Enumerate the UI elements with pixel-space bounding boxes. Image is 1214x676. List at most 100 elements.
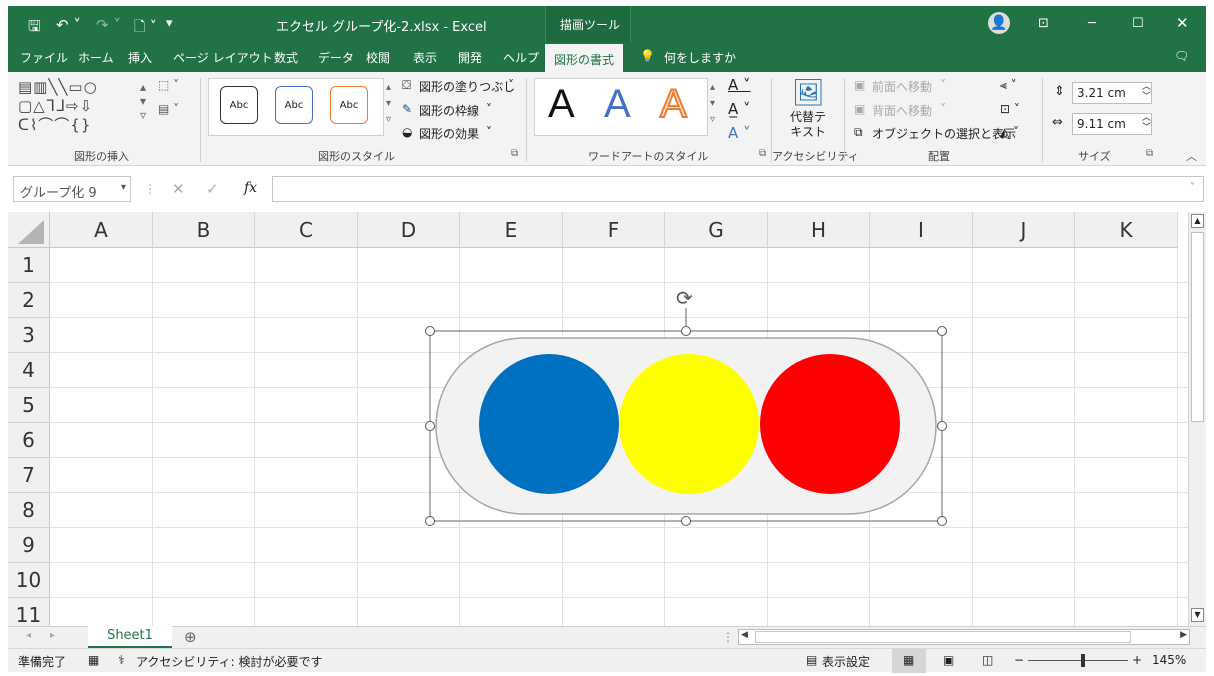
edit-shape-icon[interactable]: ⬚ ˅	[158, 78, 179, 92]
maximize-icon[interactable]: ☐	[1132, 16, 1144, 31]
tab-shape-format[interactable]: 図形の書式	[545, 42, 624, 72]
tab-file[interactable]: ファイル	[20, 49, 68, 66]
shape-outline-icon[interactable]: ✎	[402, 102, 412, 116]
tell-me-search[interactable]: 何をしますか	[664, 49, 736, 66]
name-box[interactable]: グループ化 9 ▾	[13, 176, 131, 202]
row-header[interactable]: 8	[8, 493, 50, 528]
gallery-scroll-icon[interactable]: ▴ ▾ ▿	[140, 80, 146, 122]
dialog-launcher-icon[interactable]: ⧉	[1146, 148, 1153, 159]
width-spinner-icon[interactable]: ︿ ﹀	[1142, 113, 1151, 133]
resize-handle[interactable]	[425, 516, 435, 526]
resize-handle[interactable]	[937, 516, 947, 526]
column-header[interactable]: A	[50, 212, 153, 248]
chevron-down-icon[interactable]: ˅	[486, 102, 492, 116]
zoom-slider-thumb[interactable]	[1081, 654, 1085, 667]
height-spinner-icon[interactable]: ︿ ﹀	[1142, 82, 1151, 102]
send-backward-icon[interactable]: ▣	[854, 102, 865, 116]
shape-style-3[interactable]: Abc	[330, 86, 368, 124]
column-header[interactable]: D	[358, 212, 460, 248]
wordart-style-orange[interactable]: A	[659, 81, 688, 127]
scroll-up-icon[interactable]: ▲	[1191, 214, 1204, 228]
page-layout-view-icon[interactable]: ▣	[943, 653, 954, 667]
expand-formula-icon[interactable]: ˅	[1190, 182, 1195, 193]
rotate-handle-icon[interactable]: ⟳	[676, 286, 693, 310]
chevron-down-icon[interactable]: ˅	[508, 78, 514, 92]
column-header[interactable]: J	[973, 212, 1075, 248]
column-header[interactable]: C	[255, 212, 358, 248]
row-header[interactable]: 7	[8, 458, 50, 493]
comments-icon[interactable]: 🗨	[1174, 49, 1189, 63]
selection-pane-button[interactable]: オブジェクトの選択と表示	[872, 125, 1016, 142]
tab-developer[interactable]: 開発	[458, 49, 482, 66]
column-header[interactable]: I	[870, 212, 973, 248]
shape-effects-icon[interactable]: ◒	[402, 125, 412, 139]
normal-view-icon[interactable]: ▦	[903, 653, 914, 667]
row-header[interactable]: 2	[8, 283, 50, 318]
minimize-icon[interactable]: ─	[1088, 16, 1096, 31]
tab-insert[interactable]: 挿入	[128, 49, 152, 66]
sheet-nav-right-icon[interactable]: ▸	[50, 630, 55, 641]
style-gallery-scroll[interactable]: ▴ ▾ ▿	[386, 80, 391, 128]
tab-help[interactable]: ヘルプ	[503, 49, 539, 66]
close-icon[interactable]: ✕	[1176, 14, 1189, 32]
collapse-ribbon-icon[interactable]: ︿	[1186, 148, 1197, 164]
resize-handle[interactable]	[937, 421, 947, 431]
macro-record-icon[interactable]: ▦	[88, 653, 99, 667]
undo-icon[interactable]: ↶ ˅	[56, 16, 81, 34]
chevron-down-icon[interactable]: ˅	[486, 125, 492, 139]
worksheet-grid[interactable]: A B C D E F G H I J K 1 2 3 4 5 6 7 8 9 …	[8, 212, 1188, 626]
scroll-right-icon[interactable]: ▶	[1180, 630, 1187, 640]
scroll-thumb[interactable]	[1191, 232, 1204, 422]
zoom-in-icon[interactable]: +	[1132, 653, 1142, 667]
wordart-style-black[interactable]: A	[548, 82, 575, 126]
shape-height-input[interactable]: 3.21 cm	[1072, 82, 1152, 104]
hscroll-thumb[interactable]	[755, 631, 1131, 643]
group-objects-icon[interactable]: ⊡ ˅	[1000, 102, 1020, 116]
save-icon[interactable]: 🖫	[28, 16, 41, 41]
dialog-launcher-icon[interactable]: ⧉	[511, 148, 518, 159]
select-all-button[interactable]	[8, 212, 50, 248]
scroll-down-icon[interactable]: ▼	[1191, 608, 1204, 622]
plus-circle-icon[interactable]: ⊕	[184, 628, 197, 646]
dialog-launcher-icon[interactable]: ⧉	[759, 148, 766, 159]
bring-forward-icon[interactable]: ▣	[854, 78, 865, 92]
tab-formulas[interactable]: 数式	[274, 49, 298, 66]
row-header[interactable]: 10	[8, 563, 50, 598]
selection-pane-icon[interactable]: ⧉	[854, 125, 863, 140]
tab-data[interactable]: データ	[318, 49, 354, 66]
resize-handle[interactable]	[681, 516, 691, 526]
column-header[interactable]: H	[768, 212, 870, 248]
grouped-shape[interactable]	[418, 288, 958, 528]
enter-icon[interactable]: ✓	[206, 180, 219, 198]
zoom-slider[interactable]	[1028, 660, 1128, 661]
wordart-gallery-scroll[interactable]: ▴ ▾ ▿	[710, 80, 715, 128]
resize-handle[interactable]	[681, 326, 691, 336]
send-backward-button[interactable]: 背面へ移動	[872, 102, 932, 119]
more-icon[interactable]: ▾	[166, 16, 173, 31]
row-header[interactable]: 3	[8, 318, 50, 353]
redo-icon[interactable]: ↷ ˅	[96, 16, 121, 34]
row-header[interactable]: 6	[8, 423, 50, 458]
row-header[interactable]: 4	[8, 353, 50, 388]
align-icon[interactable]: ⫷ ˅	[1000, 78, 1017, 93]
shapes-gallery[interactable]: ▤▥╲╲▭○ ▢△ᒣᒧ⇨⇩ ᑕ⌇⌒⌒{}	[18, 78, 98, 135]
zoom-out-icon[interactable]: −	[1014, 653, 1024, 667]
account-avatar[interactable]: 👤	[988, 12, 1010, 34]
text-fill-icon[interactable]: A ˅	[728, 76, 751, 94]
resize-handle[interactable]	[937, 326, 947, 336]
scroll-left-icon[interactable]: ◀	[741, 630, 748, 640]
column-header[interactable]: F	[563, 212, 665, 248]
column-header[interactable]: B	[153, 212, 255, 248]
text-box-icon[interactable]: ▤ ˅	[158, 102, 179, 116]
display-settings-icon[interactable]: ▤	[806, 653, 817, 667]
tab-page-layout[interactable]: ページ レイアウト	[173, 49, 273, 66]
row-header[interactable]: 1	[8, 248, 50, 283]
alt-text-button[interactable]: 代替テ キスト	[790, 110, 826, 140]
row-header[interactable]: 11	[8, 598, 50, 626]
sheet-tab-sheet1[interactable]: Sheet1	[88, 626, 172, 648]
tab-review[interactable]: 校閲	[366, 49, 390, 66]
shape-fill-icon[interactable]: ⛋	[402, 78, 411, 93]
horizontal-scrollbar[interactable]: ◀ ▶	[738, 629, 1190, 645]
vertical-scrollbar[interactable]: ▲ ▼	[1188, 212, 1206, 626]
accessibility-status[interactable]: アクセシビリティ: 検討が必要です	[136, 653, 323, 670]
